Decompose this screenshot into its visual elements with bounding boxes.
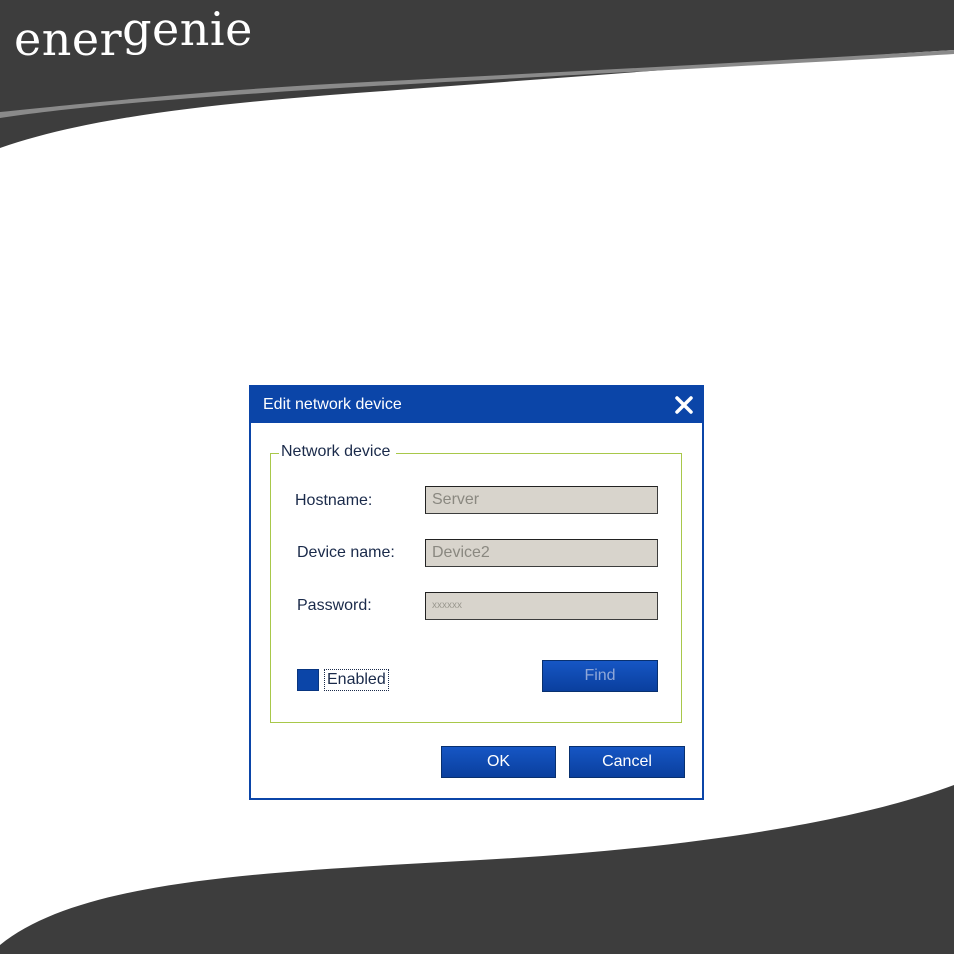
hostname-input[interactable] (425, 486, 658, 514)
password-input[interactable] (425, 592, 658, 620)
bottom-banner-swoosh (0, 785, 954, 954)
close-icon[interactable] (674, 395, 694, 415)
energenie-logo: energenie (14, 2, 253, 66)
enabled-label[interactable]: Enabled (324, 669, 389, 691)
password-label: Password: (297, 597, 372, 614)
find-button[interactable]: Find (542, 660, 658, 692)
dialog-titlebar[interactable]: Edit network device (251, 387, 702, 423)
dialog-title: Edit network device (263, 396, 402, 413)
enabled-checkbox[interactable] (297, 669, 319, 691)
hostname-label: Hostname: (295, 492, 373, 509)
device-name-label: Device name: (297, 544, 395, 561)
edit-network-device-dialog: Edit network device Network device Hostn… (249, 385, 704, 800)
group-title: Network device (279, 443, 397, 461)
cancel-button[interactable]: Cancel (569, 746, 685, 778)
device-name-input[interactable] (425, 539, 658, 567)
ok-button[interactable]: OK (441, 746, 556, 778)
